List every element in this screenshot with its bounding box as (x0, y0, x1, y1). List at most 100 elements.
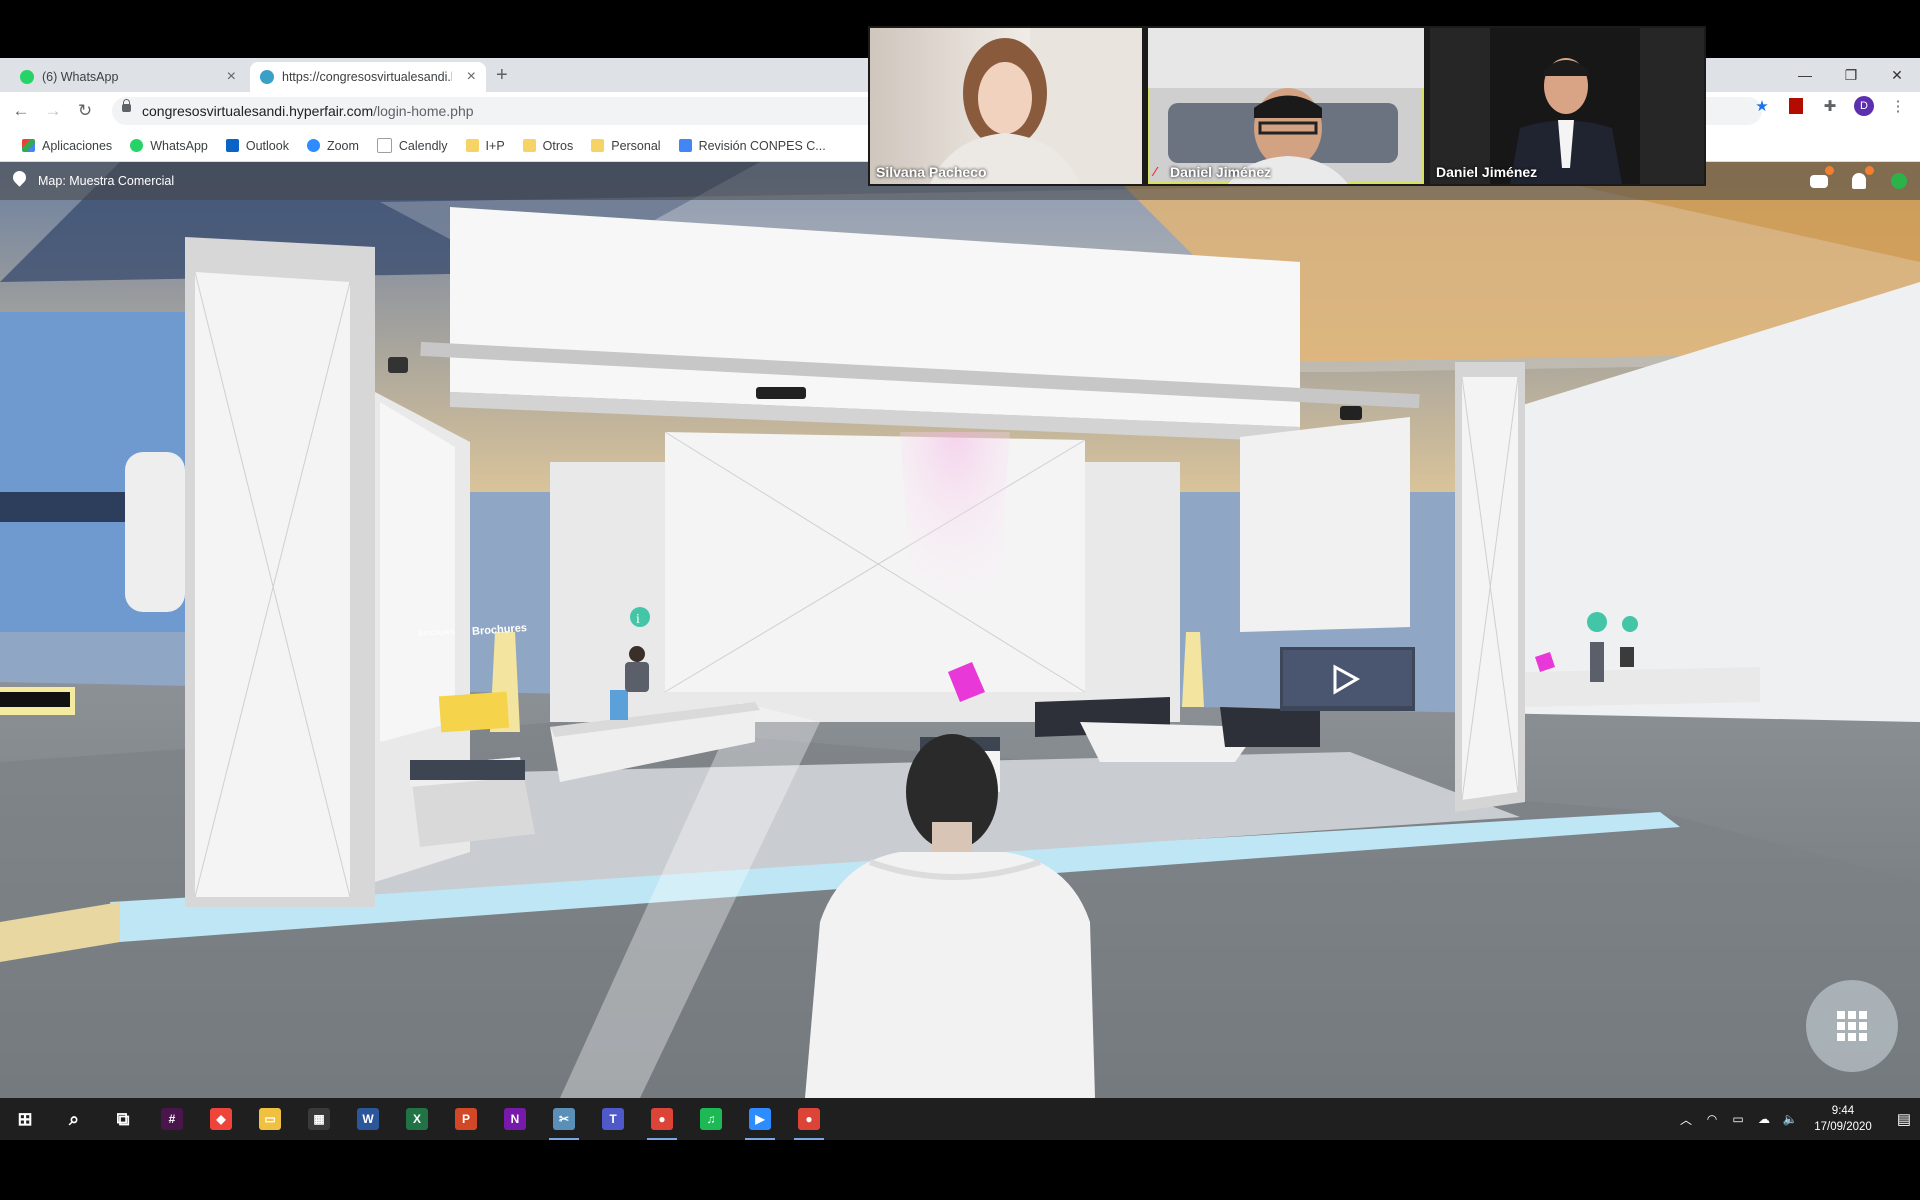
tab-title: (6) WhatsApp (42, 70, 119, 84)
lock-icon[interactable] (122, 99, 131, 112)
bookmark-star-icon[interactable]: ★ (1752, 96, 1772, 116)
grid-icon (1837, 1011, 1867, 1041)
chat-badge (1825, 166, 1834, 175)
bookmark-label: Revisión CONPES C... (698, 138, 826, 153)
taskbar-file-explorer[interactable]: ▭ (247, 1098, 293, 1140)
action-center-icon[interactable]: ▤ (1888, 1110, 1920, 1128)
taskbar-start-button[interactable]: ⊞ (2, 1098, 48, 1140)
excel-icon: X (406, 1108, 428, 1130)
bookmark-folder-ip[interactable]: I+P (458, 133, 513, 159)
tab-title: https://congresosvirtualesandi.h (282, 70, 452, 84)
taskbar-powerpoint[interactable]: P (443, 1098, 489, 1140)
chrome-profile-icon: ● (798, 1108, 820, 1130)
taskbar-spotify[interactable]: ♫ (688, 1098, 734, 1140)
back-icon[interactable]: ← (8, 101, 34, 121)
bookmark-calendly[interactable]: Calendly (369, 133, 456, 159)
word-icon: W (357, 1108, 379, 1130)
taskbar-anydesk[interactable]: ◆ (198, 1098, 244, 1140)
taskbar-snip[interactable]: ✂ (541, 1098, 587, 1140)
bookmark-label: Outlook (245, 138, 289, 153)
close-tab-icon[interactable]: × (467, 68, 476, 86)
battery-icon[interactable]: ▭ (1730, 1112, 1746, 1126)
bookmark-folder-otros[interactable]: Otros (515, 133, 582, 159)
exhibition-hall-render: i (0, 162, 1920, 1098)
new-tab-button[interactable]: + (496, 64, 508, 87)
menu-kebab-icon[interactable]: ⋮ (1888, 96, 1908, 116)
bookmark-label: WhatsApp (150, 138, 208, 153)
bookmark-label: Zoom (326, 138, 359, 153)
taskbar-slack[interactable]: # (149, 1098, 195, 1140)
teams-icon: T (602, 1108, 624, 1130)
windows-taskbar: ⊞ ⌕ ⧉ # ◆ ▭ ▦ W X P N ✂ T ● ♫ ▶ ● ︿ ◠ ▭ ☁ 🔈 9:44 17/09/2020 ▤ (0, 1098, 1920, 1140)
minimize-icon[interactable]: — (1782, 67, 1828, 83)
slack-icon: # (161, 1108, 183, 1130)
map-label[interactable]: Map: Muestra Comercial (38, 174, 174, 188)
scene-status-icons (1808, 166, 1910, 192)
participant-video (930, 28, 1142, 184)
outlook-icon (225, 139, 239, 152)
bookmark-whatsapp[interactable]: WhatsApp (122, 133, 216, 159)
zoom-icon (306, 139, 320, 152)
online-status-icon[interactable] (1888, 170, 1910, 192)
bookmark-label: Calendly (398, 138, 448, 153)
bookmark-aplicaciones[interactable]: Aplicaciones (14, 133, 120, 159)
bookmark-label: Aplicaciones (42, 138, 113, 153)
taskbar-task-view[interactable]: ⧉ (100, 1098, 146, 1140)
video-tile-1[interactable]: Silvana Pacheco (870, 28, 1142, 184)
taskbar-clock[interactable]: 9:44 17/09/2020 (1808, 1103, 1878, 1135)
grid-menu-button[interactable] (1806, 980, 1898, 1072)
wifi-icon[interactable]: ◠ (1704, 1112, 1720, 1126)
onedrive-cloud-icon[interactable]: ☁ (1756, 1112, 1772, 1126)
participant-name: Daniel Jiménez (1170, 164, 1272, 180)
taskbar-word[interactable]: W (345, 1098, 391, 1140)
url-host: congresosvirtualesandi.hyperfair.com (142, 103, 374, 119)
restore-icon[interactable]: ❐ (1828, 67, 1874, 84)
hyperfair-icon (260, 70, 274, 84)
show-hidden-icons-chevron-icon[interactable]: ︿ (1678, 1111, 1694, 1128)
taskbar-onenote[interactable]: N (492, 1098, 538, 1140)
notification-bell-icon[interactable] (1848, 166, 1874, 192)
snip-icon: ✂ (553, 1108, 575, 1130)
bookmark-zoom[interactable]: Zoom (299, 133, 367, 159)
bookmark-label: I+P (485, 138, 505, 153)
reload-icon[interactable]: ↻ (72, 101, 98, 121)
clock-date: 17/09/2020 (1814, 1121, 1872, 1133)
tab-whatsapp[interactable]: (6) WhatsApp × (10, 62, 246, 92)
virtual-expo-scene[interactable]: i Brochures Brochures Map: Muestra Comer… (0, 162, 1920, 1098)
extensions-puzzle-icon[interactable]: ✚ (1820, 96, 1840, 116)
taskbar-chrome-profile[interactable]: ● (786, 1098, 832, 1140)
taskbar-excel[interactable]: X (394, 1098, 440, 1140)
search-icon: ⌕ (68, 1108, 80, 1129)
folder-icon (591, 139, 605, 152)
video-tile-2[interactable]: Daniel Jiménez ⁄ (1148, 28, 1424, 184)
bookmark-outlook[interactable]: Outlook (218, 133, 297, 159)
chat-icon[interactable] (1808, 166, 1834, 192)
powerpoint-icon: P (455, 1108, 477, 1130)
tab-hyperfair[interactable]: https://congresosvirtualesandi.h × (250, 62, 486, 92)
zoom-icon: ▶ (749, 1108, 771, 1130)
svg-text:i: i (636, 612, 640, 627)
taskbar-calculator[interactable]: ▦ (296, 1098, 342, 1140)
taskbar-zoom[interactable]: ▶ (737, 1098, 783, 1140)
participant-name: Silvana Pacheco (876, 164, 987, 180)
volume-muted-icon[interactable]: 🔈 (1782, 1112, 1798, 1126)
close-window-icon[interactable]: ✕ (1874, 67, 1920, 84)
task-view-icon: ⧉ (116, 1108, 130, 1129)
taskbar-teams[interactable]: T (590, 1098, 636, 1140)
chrome-icon: ● (651, 1108, 673, 1130)
video-tile-3[interactable]: Daniel Jiménez (1430, 28, 1704, 184)
clock-time: 9:44 (1831, 1105, 1855, 1117)
status-dot (1891, 173, 1907, 189)
profile-initial: D (1854, 96, 1874, 116)
close-tab-icon[interactable]: × (227, 68, 236, 86)
calendly-icon (376, 138, 392, 153)
taskbar-search[interactable]: ⌕ (51, 1098, 97, 1140)
bookmark-revision-conpes[interactable]: Revisión CONPES C... (671, 133, 834, 159)
forward-icon[interactable]: → (40, 101, 66, 121)
pdf-extension-icon[interactable] (1786, 96, 1806, 116)
participant-name: Daniel Jiménez (1436, 164, 1538, 180)
taskbar-chrome[interactable]: ● (639, 1098, 685, 1140)
map-pin-icon (10, 168, 29, 187)
profile-avatar[interactable]: D (1854, 96, 1874, 116)
bookmark-folder-personal[interactable]: Personal (583, 133, 668, 159)
